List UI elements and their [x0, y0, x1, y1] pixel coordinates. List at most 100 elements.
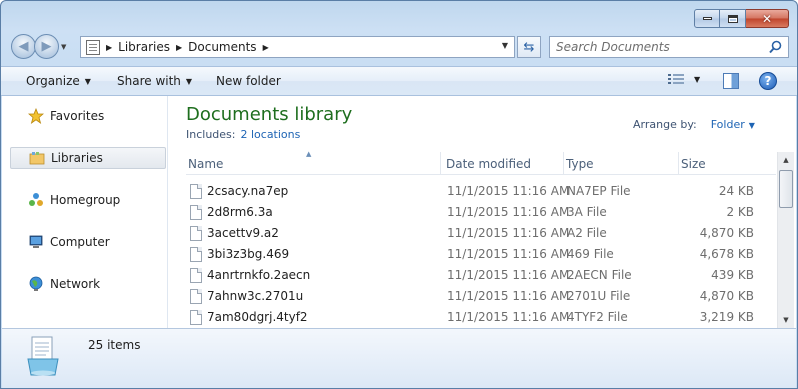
- file-type: 4TYF2 File: [567, 310, 628, 324]
- file-size: 4,870 KB: [699, 226, 754, 240]
- file-date: 11/1/2015 11:16 AM: [447, 184, 570, 198]
- vertical-scrollbar[interactable]: ▲ ▼: [777, 152, 794, 328]
- details-pane: 25 items: [2, 328, 796, 388]
- chevron-down-icon[interactable]: ▼: [694, 75, 700, 84]
- star-icon: [28, 108, 44, 124]
- file-name: 3bi3z3bg.469: [207, 247, 290, 261]
- scroll-down-icon[interactable]: ▼: [778, 312, 794, 328]
- share-with-label: Share with: [117, 74, 181, 88]
- file-list-area: Documents library Includes: 2 locations A…: [170, 96, 796, 328]
- maximize-button[interactable]: [720, 9, 746, 28]
- file-size: 3,219 KB: [699, 310, 754, 324]
- help-icon: ?: [764, 74, 772, 88]
- search-box[interactable]: [549, 36, 789, 58]
- file-date: 11/1/2015 11:16 AM: [447, 247, 570, 261]
- command-bar: Organize ▼ Share with ▼ New folder ▼ ?: [1, 66, 797, 96]
- table-row[interactable]: 4anrtrnkfo.2aecn 11/1/2015 11:16 AM 2AEC…: [186, 265, 776, 286]
- scroll-thumb[interactable]: [779, 170, 793, 208]
- sidebar-item-network[interactable]: Network: [10, 273, 166, 295]
- scroll-up-icon[interactable]: ▲: [778, 152, 794, 168]
- file-type: NA7EP File: [567, 184, 631, 198]
- chevron-down-icon: ▼: [185, 76, 193, 86]
- file-name: 2csacy.na7ep: [207, 184, 289, 198]
- chevron-down-icon[interactable]: ▼: [749, 121, 755, 130]
- file-icon: [190, 310, 202, 325]
- sidebar-item-computer[interactable]: Computer: [10, 231, 166, 253]
- file-date: 11/1/2015 11:16 AM: [447, 205, 570, 219]
- address-bar[interactable]: ▶ Libraries ▶ Documents ▶ ▼: [80, 36, 515, 58]
- new-folder-button[interactable]: New folder: [216, 74, 281, 88]
- sidebar-item-label: Homegroup: [50, 193, 121, 207]
- forward-button[interactable]: ▶: [34, 34, 59, 59]
- sidebar-item-label: Libraries: [51, 151, 103, 165]
- library-title: Documents library: [186, 104, 353, 125]
- library-includes: Includes: 2 locations: [186, 128, 300, 141]
- column-size[interactable]: Size: [679, 152, 762, 175]
- new-folder-label: New folder: [216, 74, 281, 88]
- search-icon[interactable]: [769, 40, 782, 54]
- share-with-button[interactable]: Share with ▼: [117, 74, 192, 88]
- column-date-modified[interactable]: Date modified: [444, 152, 564, 175]
- arrange-by-dropdown[interactable]: Folder: [711, 118, 745, 131]
- item-count: 25 items: [88, 338, 141, 352]
- breadcrumb-libraries[interactable]: Libraries: [118, 40, 170, 54]
- sidebar-item-label: Computer: [50, 235, 110, 249]
- file-icon: [190, 184, 202, 199]
- file-type: 2AECN File: [567, 268, 632, 282]
- file-name: 3acettv9.a2: [207, 226, 279, 240]
- back-button[interactable]: ◀: [11, 34, 36, 59]
- table-row[interactable]: 3bi3z3bg.469 11/1/2015 11:16 AM 469 File…: [186, 244, 776, 265]
- file-icon: [190, 247, 202, 262]
- column-type[interactable]: Type: [564, 152, 679, 175]
- refresh-icon: ⇆: [523, 39, 535, 55]
- recent-pages-dropdown[interactable]: ▼: [61, 43, 66, 51]
- organize-button[interactable]: Organize ▼: [26, 74, 91, 88]
- details-view-icon: [668, 73, 684, 86]
- close-button[interactable]: ✕: [746, 9, 789, 28]
- table-row[interactable]: 2csacy.na7ep 11/1/2015 11:16 AM NA7EP Fi…: [186, 181, 776, 202]
- table-row[interactable]: 3acettv9.a2 11/1/2015 11:16 AM A2 File 4…: [186, 223, 776, 244]
- address-dropdown-icon[interactable]: ▼: [502, 41, 508, 50]
- network-icon: [29, 276, 43, 291]
- forward-arrow-icon: ▶: [41, 39, 52, 54]
- sidebar-item-libraries[interactable]: Libraries: [10, 147, 166, 169]
- file-name: 2d8rm6.3a: [207, 205, 273, 219]
- sidebar-item-homegroup[interactable]: Homegroup: [10, 189, 166, 211]
- column-header: ▲ Name Date modified Type Size: [186, 150, 776, 175]
- close-icon: ✕: [761, 11, 773, 26]
- document-location-icon: [86, 39, 100, 55]
- refresh-button[interactable]: ⇆: [517, 36, 541, 58]
- table-row[interactable]: 7am80dgrj.4tyf2 11/1/2015 11:16 AM 4TYF2…: [186, 307, 776, 328]
- breadcrumb-separator-icon[interactable]: ▶: [176, 43, 182, 52]
- table-row[interactable]: 7ahnw3c.2701u 11/1/2015 11:16 AM 2701U F…: [186, 286, 776, 307]
- organize-label: Organize: [26, 74, 80, 88]
- table-row[interactable]: 2d8rm6.3a 11/1/2015 11:16 AM 3A File 2 K…: [186, 202, 776, 223]
- minimize-button[interactable]: [694, 9, 720, 28]
- column-name[interactable]: Name: [186, 152, 441, 175]
- file-icon: [190, 268, 202, 283]
- computer-icon: [29, 235, 43, 248]
- file-type: A2 File: [567, 226, 607, 240]
- file-icon: [190, 226, 202, 241]
- file-date: 11/1/2015 11:16 AM: [447, 310, 570, 324]
- explorer-window: ✕ ◀ ▶ ▼ ▶ Libraries ▶ Documents ▶ ▼ ⇆ Or…: [0, 0, 798, 389]
- file-size: 4,678 KB: [699, 247, 754, 261]
- file-size: 4,870 KB: [699, 289, 754, 303]
- main-area: Favorites Libraries Homegroup Computer N…: [2, 96, 796, 328]
- file-icon: [190, 289, 202, 304]
- caption-buttons: ✕: [694, 9, 789, 29]
- file-size: 24 KB: [718, 184, 754, 198]
- documents-library-icon: [27, 336, 59, 376]
- help-button[interactable]: ?: [759, 72, 777, 90]
- libraries-icon: [29, 152, 45, 165]
- breadcrumb-separator-icon[interactable]: ▶: [106, 43, 112, 52]
- sidebar-item-favorites[interactable]: Favorites: [10, 105, 166, 127]
- sidebar-item-label: Network: [50, 277, 101, 291]
- includes-label: Includes:: [186, 128, 236, 141]
- change-view-button[interactable]: ▼: [668, 73, 700, 86]
- locations-link[interactable]: 2 locations: [240, 128, 300, 141]
- preview-pane-button[interactable]: [723, 73, 739, 89]
- breadcrumb-separator-icon[interactable]: ▶: [263, 43, 269, 52]
- search-input[interactable]: [556, 40, 756, 54]
- breadcrumb-documents[interactable]: Documents: [188, 40, 256, 54]
